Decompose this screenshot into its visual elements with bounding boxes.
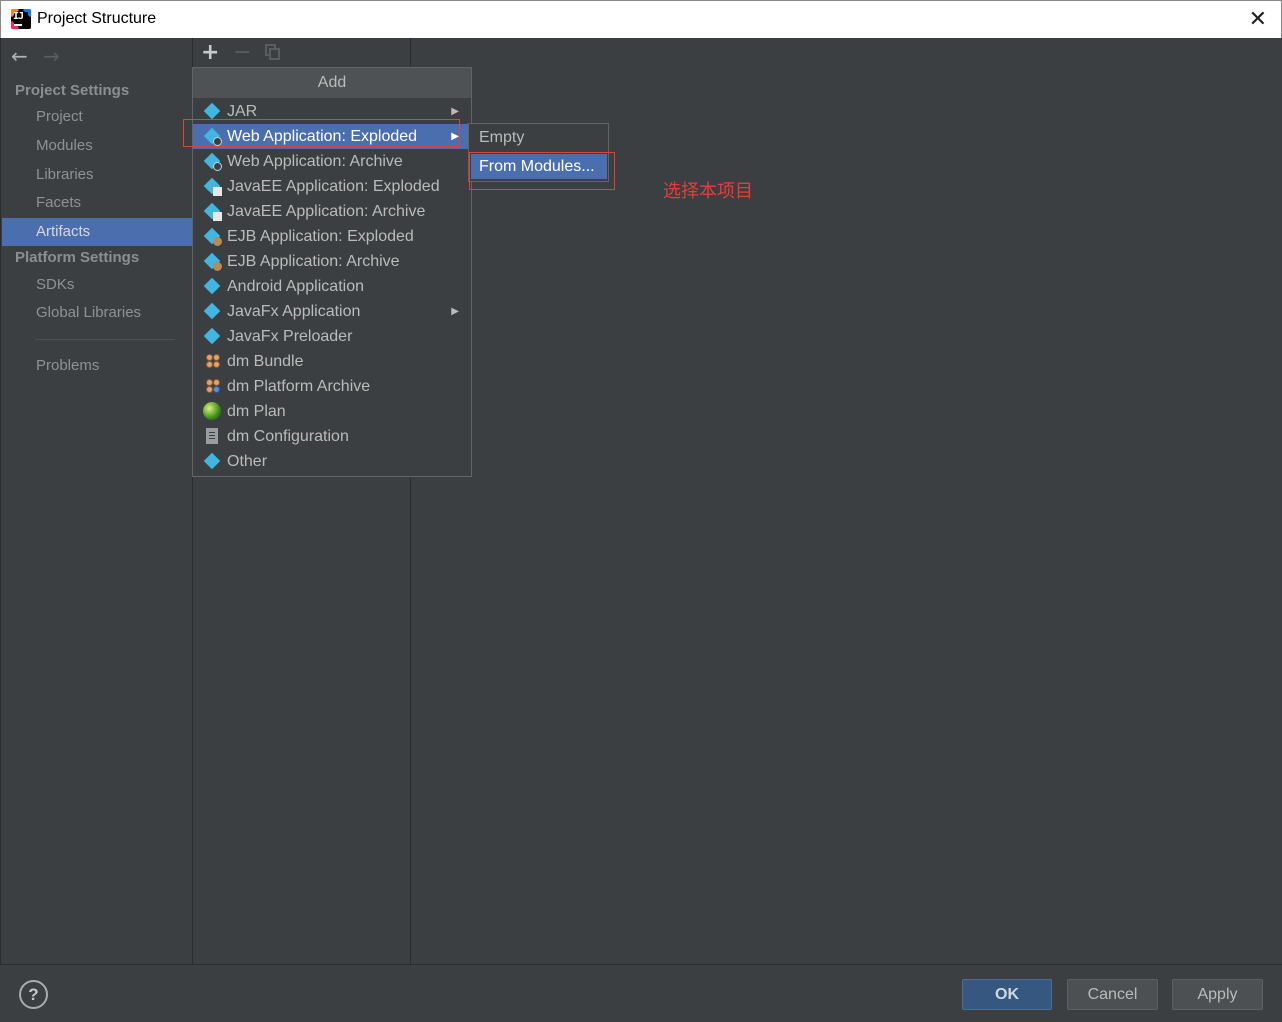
sidebar-item-problems[interactable]: Problems: [2, 352, 192, 380]
popup-title: Add: [193, 68, 471, 98]
annotation-highlight-box: [469, 152, 615, 190]
sidebar-item-facets[interactable]: Facets: [2, 189, 192, 217]
javaee-artifact-icon: [203, 202, 222, 221]
menu-item-label: dm Bundle: [227, 353, 304, 370]
menu-item-javafx-preloader[interactable]: JavaFx Preloader: [193, 324, 471, 349]
submenu-item-empty[interactable]: Empty: [471, 125, 607, 150]
menu-item-dm-platform-archive[interactable]: dm Platform Archive: [193, 374, 471, 399]
menu-item-other[interactable]: Other: [193, 449, 471, 474]
menu-item-dm-configuration[interactable]: dm Configuration: [193, 424, 471, 449]
apply-button[interactable]: Apply: [1172, 979, 1263, 1010]
sidebar-divider: [35, 339, 175, 340]
artifact-icon: [203, 277, 221, 295]
menu-item-dm-bundle[interactable]: dm Bundle: [193, 349, 471, 374]
sidebar-item-sdks[interactable]: SDKs: [2, 271, 192, 299]
menu-item-label: Other: [227, 453, 268, 470]
menu-item-label: JavaEE Application: Archive: [227, 203, 426, 220]
menu-item-label: Web Application: Archive: [227, 153, 403, 170]
menu-item-label: EJB Application: Exploded: [227, 228, 414, 245]
dialog-button-bar: ? OK Cancel Apply: [0, 964, 1282, 1022]
artifact-icon: [203, 327, 221, 345]
forward-arrow-icon[interactable]: →: [43, 44, 60, 68]
bundle-icon: [205, 353, 221, 369]
artifact-icon: [203, 102, 221, 120]
sidebar-item-global-libraries[interactable]: Global Libraries: [2, 299, 192, 327]
plan-icon: [203, 402, 221, 420]
artifact-icon: [203, 302, 221, 320]
menu-item-javaee-application-archive[interactable]: JavaEE Application: Archive: [193, 199, 471, 224]
remove-icon[interactable]: −: [233, 40, 251, 65]
annotation-highlight-box: [183, 119, 460, 147]
menu-item-android-application[interactable]: Android Application: [193, 274, 471, 299]
menu-item-ejb-application-archive[interactable]: EJB Application: Archive: [193, 249, 471, 274]
menu-item-label: JAR: [227, 103, 258, 120]
sidebar-item-artifacts[interactable]: Artifacts: [2, 218, 192, 246]
settings-sidebar: ← → Project Settings Project Modules Lib…: [0, 38, 193, 964]
menu-item-label: dm Configuration: [227, 428, 349, 445]
menu-item-javafx-application[interactable]: JavaFx Application ▶: [193, 299, 471, 324]
sidebar-item-libraries[interactable]: Libraries: [2, 161, 192, 189]
menu-item-ejb-application-exploded[interactable]: EJB Application: Exploded: [193, 224, 471, 249]
ejb-artifact-icon: [203, 252, 222, 271]
sidebar-item-project[interactable]: Project: [2, 103, 192, 131]
title-bar: IJ Project Structure ✕: [0, 0, 1282, 38]
menu-item-dm-plan[interactable]: dm Plan: [193, 399, 471, 424]
close-icon[interactable]: ✕: [1249, 7, 1267, 32]
config-file-icon: [206, 428, 218, 444]
menu-item-label: dm Plan: [227, 403, 286, 420]
add-icon[interactable]: +: [201, 40, 219, 65]
web-artifact-icon: [203, 152, 222, 171]
back-arrow-icon[interactable]: ←: [11, 44, 28, 68]
bundle-icon: [205, 378, 221, 394]
artifact-icon: [203, 452, 221, 470]
submenu-arrow-icon: ▶: [451, 306, 459, 317]
menu-item-label: JavaEE Application: Exploded: [227, 178, 440, 195]
menu-item-label: Android Application: [227, 278, 364, 295]
menu-item-web-application-archive[interactable]: Web Application: Archive: [193, 149, 471, 174]
help-icon[interactable]: ?: [19, 980, 48, 1009]
javaee-artifact-icon: [203, 177, 222, 196]
annotation-text: 选择本项目: [663, 181, 753, 202]
cancel-button[interactable]: Cancel: [1067, 979, 1158, 1010]
menu-item-label: dm Platform Archive: [227, 378, 371, 395]
menu-item-label: EJB Application: Archive: [227, 253, 400, 270]
menu-item-label: JavaFx Application: [227, 303, 361, 320]
platform-settings-header: Platform Settings: [15, 249, 140, 266]
ok-button[interactable]: OK: [962, 979, 1052, 1010]
menu-item-javaee-application-exploded[interactable]: JavaEE Application: Exploded: [193, 174, 471, 199]
copy-icon[interactable]: [265, 44, 281, 60]
sidebar-item-modules[interactable]: Modules: [2, 132, 192, 160]
window-title: Project Structure: [37, 10, 157, 27]
ejb-artifact-icon: [203, 227, 222, 246]
intellij-logo-icon: IJ: [11, 9, 31, 29]
project-settings-header: Project Settings: [15, 82, 130, 99]
menu-item-label: JavaFx Preloader: [227, 328, 353, 345]
